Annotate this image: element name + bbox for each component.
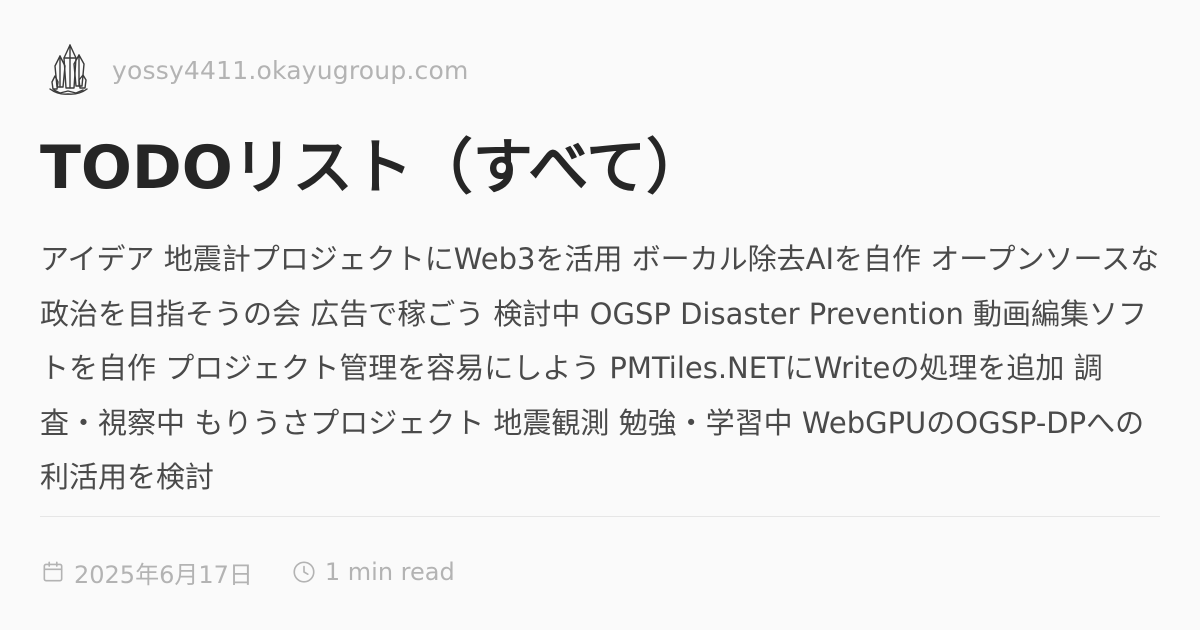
site-domain: yossy4411.okayugroup.com <box>112 55 469 85</box>
divider <box>40 516 1160 517</box>
calendar-icon <box>43 561 63 582</box>
read-time: 1 min read <box>291 558 455 586</box>
post-meta: 2025年6月17日 1 min read <box>40 552 455 592</box>
read-time-text: 1 min read <box>324 558 455 586</box>
post-description: アイデア 地震計プロジェクトにWeb3を活用 ボーカル除去AIを自作 オープンソ… <box>40 242 1160 494</box>
og-card: yossy4411.okayugroup.com TODOリスト（すべて） アイ… <box>0 0 1200 630</box>
post-date-text: 2025年6月17日 <box>74 560 253 589</box>
crystal-logo-icon <box>49 44 88 95</box>
page-title: TODOリスト（すべて） <box>40 133 707 203</box>
clock-icon <box>293 561 315 583</box>
site-header: yossy4411.okayugroup.com <box>46 42 469 98</box>
post-date: 2025年6月17日 <box>40 555 253 590</box>
